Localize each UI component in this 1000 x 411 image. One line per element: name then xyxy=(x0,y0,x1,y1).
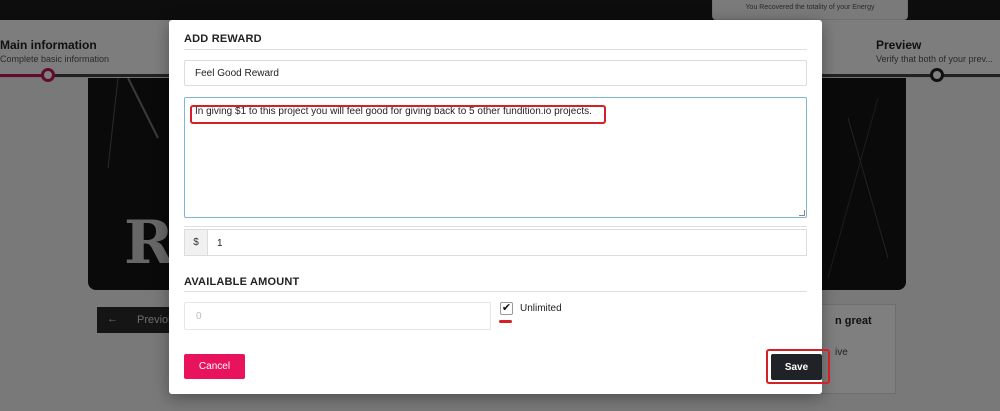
resize-handle-icon[interactable] xyxy=(799,210,805,216)
description-annotation-box xyxy=(190,105,606,124)
reward-name-input[interactable]: Feel Good Reward xyxy=(184,60,807,86)
available-amount-title: AVAILABLE AMOUNT xyxy=(184,276,300,288)
amount-input[interactable]: 0 xyxy=(184,302,491,330)
price-input[interactable]: 1 xyxy=(208,229,807,256)
currency-addon: $ xyxy=(184,229,208,256)
unlimited-label: Unlimited xyxy=(520,303,562,314)
section-divider xyxy=(184,291,807,292)
cancel-button[interactable]: Cancel xyxy=(184,354,245,379)
unlimited-checkbox[interactable]: ✔ xyxy=(500,302,513,315)
price-top-divider xyxy=(184,226,807,227)
checkmark-icon: ✔ xyxy=(501,302,512,314)
save-annotation-box xyxy=(766,349,830,384)
checkbox-annotation-underline xyxy=(499,320,512,323)
title-divider xyxy=(184,49,807,50)
add-reward-modal: ADD REWARD Feel Good Reward In giving $1… xyxy=(169,20,822,394)
modal-title: ADD REWARD xyxy=(184,33,262,45)
